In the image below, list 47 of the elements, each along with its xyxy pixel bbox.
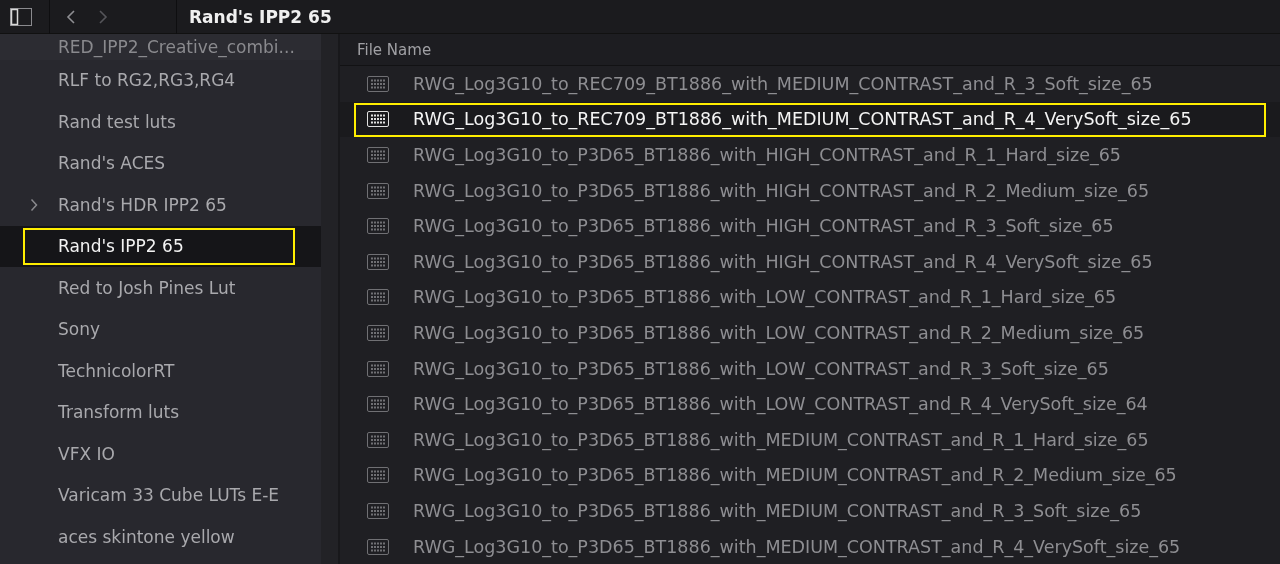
folder-item[interactable]: Rand's ACES xyxy=(0,142,321,184)
grid-icon xyxy=(367,253,389,270)
chevron-icon[interactable] xyxy=(30,197,38,212)
file-row[interactable]: RWG_Log3G10_to_P3D65_BT1886_with_MEDIUM_CONTRAST_and_R_4_VerySoft_size_65 xyxy=(340,528,1280,564)
file-row[interactable]: RWG_Log3G10_to_P3D65_BT1886_with_HIGH_CONTRAST_and_R_1_Hard_size_65 xyxy=(340,137,1280,173)
file-row[interactable]: RWG_Log3G10_to_P3D65_BT1886_with_MEDIUM_CONTRAST_and_R_3_Soft_size_65 xyxy=(340,493,1280,529)
grid-icon xyxy=(367,360,389,377)
forward-icon[interactable] xyxy=(98,8,108,25)
file-row[interactable]: RWG_Log3G10_to_REC709_BT1886_with_MEDIUM_CONTRAST_and_R_3_Soft_size_65 xyxy=(340,66,1280,102)
folder-item[interactable]: Rand test luts xyxy=(0,101,321,143)
folder-item[interactable]: RED_IPP2_Creative_combi... xyxy=(0,34,321,60)
scrollbar-track[interactable] xyxy=(321,34,338,564)
folder-item[interactable]: Rand's HDR IPP2 65 xyxy=(0,184,321,226)
grid-icon xyxy=(367,324,389,341)
grid-icon xyxy=(367,431,389,448)
folder-item[interactable]: Varicam 33 Cube LUTs E-E xyxy=(0,474,321,516)
file-row[interactable]: RWG_Log3G10_to_P3D65_BT1886_with_LOW_CONTRAST_and_R_1_Hard_size_65 xyxy=(340,279,1280,316)
folder-item[interactable]: RLF to RG2,RG3,RG4 xyxy=(0,59,321,101)
folder-item[interactable]: TechnicolorRT xyxy=(0,350,321,392)
file-row[interactable]: RWG_Log3G10_to_REC709_BT1886_with_MEDIUM_CONTRAST_and_R_4_VerySoft_size_65 xyxy=(340,101,1280,138)
file-row[interactable]: RWG_Log3G10_to_P3D65_BT1886_with_HIGH_CONTRAST_and_R_3_Soft_size_65 xyxy=(340,208,1280,244)
file-row[interactable]: RWG_Log3G10_to_P3D65_BT1886_with_MEDIUM_CONTRAST_and_R_2_Medium_size_65 xyxy=(340,457,1280,494)
grid-icon xyxy=(367,289,389,306)
grid-icon xyxy=(367,396,389,413)
file-row[interactable]: RWG_Log3G10_to_P3D65_BT1886_with_LOW_CONTRAST_and_R_2_Medium_size_65 xyxy=(340,315,1280,351)
file-row[interactable]: RWG_Log3G10_to_P3D65_BT1886_with_MEDIUM_CONTRAST_and_R_1_Hard_size_65 xyxy=(340,421,1280,458)
folder-item[interactable]: Rand's IPP2 65 xyxy=(0,225,321,267)
file-row[interactable]: RWG_Log3G10_to_P3D65_BT1886_with_LOW_CONTRAST_and_R_3_Soft_size_65 xyxy=(340,350,1280,387)
folder-item[interactable]: aces skintone yellow xyxy=(0,516,321,558)
folder-item[interactable]: Transform luts xyxy=(0,391,321,433)
folder-item[interactable]: Red to Josh Pines Lut xyxy=(0,267,321,309)
file-row[interactable]: RWG_Log3G10_to_P3D65_BT1886_with_HIGH_CONTRAST_and_R_4_VerySoft_size_65 xyxy=(340,243,1280,280)
sidebar-toggle-icon[interactable] xyxy=(10,7,32,26)
folder-item[interactable]: Sony xyxy=(0,308,321,350)
grid-icon xyxy=(367,218,389,235)
grid-icon xyxy=(367,75,389,92)
grid-icon xyxy=(367,111,389,128)
grid-icon xyxy=(367,182,389,199)
grid-icon xyxy=(367,467,389,484)
file-row[interactable]: RWG_Log3G10_to_P3D65_BT1886_with_HIGH_CONTRAST_and_R_2_Medium_size_65 xyxy=(340,172,1280,209)
file-row[interactable]: RWG_Log3G10_to_P3D65_BT1886_with_LOW_CONTRAST_and_R_4_VerySoft_size_64 xyxy=(340,386,1280,422)
grid-icon xyxy=(367,147,389,163)
folder-item[interactable]: VFX IO xyxy=(0,433,321,475)
folder-title: Rand's IPP2 65 xyxy=(188,6,332,27)
grid-icon xyxy=(367,538,389,555)
grid-icon xyxy=(367,502,389,519)
back-icon[interactable] xyxy=(66,8,76,25)
